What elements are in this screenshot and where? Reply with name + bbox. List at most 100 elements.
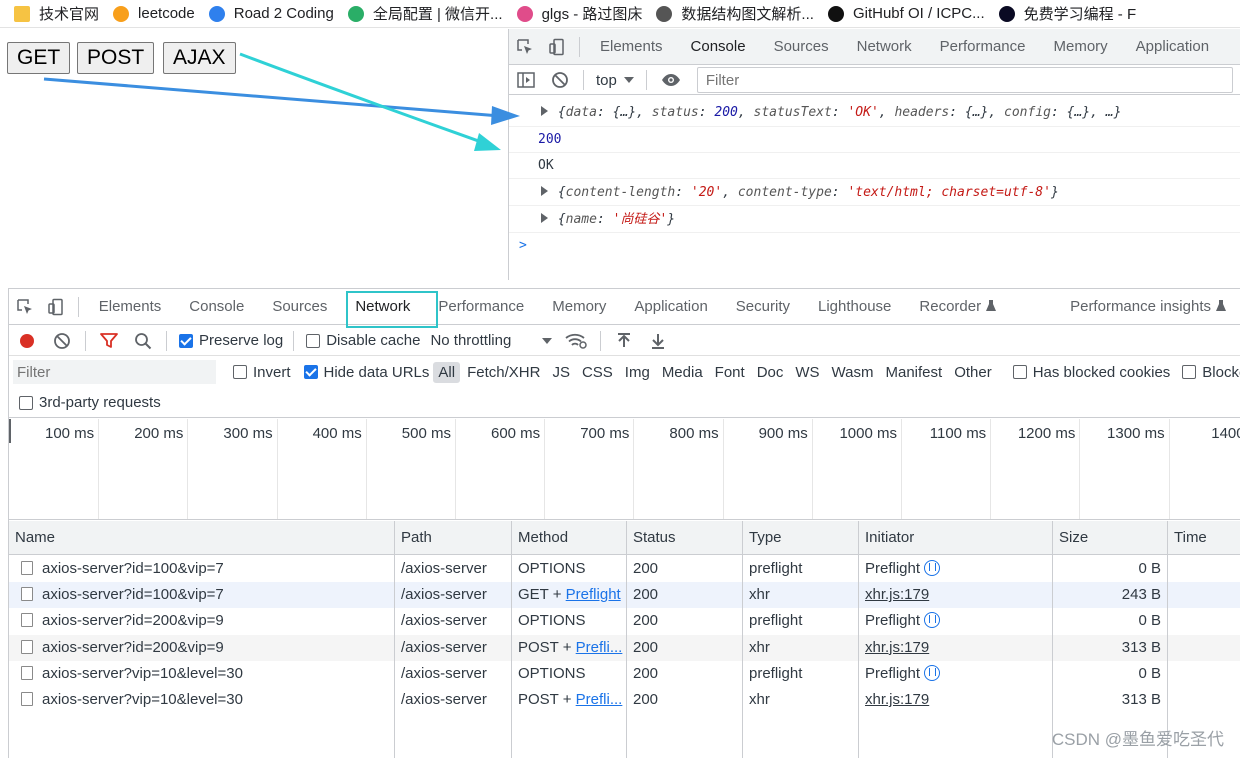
network-overview-timeline[interactable]: 100 ms 200 ms 300 ms 400 ms 500 ms 600 ms 700 … — [9, 419, 1240, 520]
column-divider[interactable] — [394, 521, 395, 758]
tab-elements[interactable]: Elements — [586, 29, 677, 64]
type-filter-manifest[interactable]: Manifest — [881, 362, 948, 383]
tab-sources[interactable]: Sources — [760, 29, 843, 64]
table-row[interactable]: axios-server?id=100&vip=7/axios-server OP… — [9, 556, 1240, 582]
preserve-log-check[interactable] — [179, 333, 193, 348]
type-filter-css[interactable]: CSS — [577, 362, 618, 383]
col-time-header[interactable]: Time — [1168, 521, 1207, 555]
hide-data-urls-check[interactable] — [303, 365, 318, 379]
preflight-link[interactable]: Prefli... — [576, 639, 623, 656]
bookmark-item[interactable]: GitHubf OI / ICPC... — [827, 5, 985, 22]
preflight-link[interactable]: Preflight — [566, 586, 621, 603]
table-row[interactable]: axios-server?vip=10&level=30/axios-serve… — [9, 661, 1240, 687]
type-filter-wasm[interactable]: Wasm — [827, 362, 879, 383]
inspect-element-icon[interactable] — [509, 29, 541, 64]
bookmark-item[interactable]: 技术官网 — [14, 3, 99, 24]
third-party-checkbox[interactable]: 3rd-party requests — [19, 394, 161, 411]
tab-application[interactable]: Application — [1122, 29, 1223, 64]
tab-network[interactable]: Network — [843, 29, 926, 64]
bookmark-item[interactable]: 数据结构图文解析... — [656, 3, 814, 24]
preflight-arrows-icon[interactable] — [924, 664, 941, 681]
type-filter-img[interactable]: Img — [620, 362, 655, 383]
type-filter-doc[interactable]: Doc — [752, 362, 789, 383]
tab-performance[interactable]: Performance — [424, 289, 538, 324]
preserve-log-checkbox[interactable]: Preserve log — [179, 332, 283, 349]
col-status-header[interactable]: Status — [627, 521, 676, 555]
search-icon[interactable] — [126, 326, 160, 356]
preflight-arrows-icon[interactable] — [924, 612, 941, 629]
type-filter-other[interactable]: Other — [949, 362, 997, 383]
table-row[interactable]: axios-server?vip=10&level=30/axios-serve… — [9, 687, 1240, 713]
request-name-cell[interactable]: axios-server?id=100&vip=7 — [9, 582, 394, 608]
request-name-cell[interactable]: axios-server?id=100&vip=7 — [9, 556, 394, 582]
column-divider[interactable] — [742, 521, 743, 758]
network-conditions-wifi-icon[interactable] — [558, 326, 594, 356]
request-name-cell[interactable]: axios-server?vip=10&level=30 — [9, 661, 394, 687]
throttling-select[interactable]: No throttling — [430, 332, 553, 349]
type-filter-js[interactable]: JS — [547, 362, 575, 383]
initiator-link[interactable]: xhr.js:179 — [865, 691, 929, 708]
sidebar-toggle-icon[interactable] — [509, 62, 543, 98]
request-name-cell[interactable]: axios-server?vip=10&level=30 — [9, 687, 394, 713]
bookmark-item[interactable]: 全局配置 | 微信开... — [347, 3, 503, 24]
tab-memory[interactable]: Memory — [1040, 29, 1122, 64]
invert-check[interactable] — [233, 365, 247, 379]
table-row[interactable]: axios-server?id=100&vip=7/axios-server GE… — [9, 582, 1240, 609]
disable-cache-check[interactable] — [306, 333, 321, 348]
console-prompt[interactable]: > — [509, 235, 1240, 257]
col-initiator-header[interactable]: Initiator — [859, 521, 914, 555]
type-filter-media[interactable]: Media — [657, 362, 708, 383]
column-divider[interactable] — [1052, 521, 1053, 758]
tab-console[interactable]: Console — [676, 29, 760, 64]
live-expression-eye-icon[interactable] — [653, 62, 689, 98]
tab-elements[interactable]: Elements — [85, 289, 176, 324]
table-row[interactable]: axios-server?id=200&vip=9/axios-server PO… — [9, 634, 1240, 661]
clear-console-icon[interactable] — [543, 62, 577, 98]
tab-memory[interactable]: Memory — [538, 289, 620, 324]
table-row[interactable]: axios-server?id=200&vip=9/axios-server OP… — [9, 608, 1240, 634]
filter-funnel-icon[interactable] — [92, 326, 126, 356]
type-filter-fetch-xhr[interactable]: Fetch/XHR — [462, 362, 545, 383]
tab-security[interactable]: Security — [722, 289, 804, 324]
column-divider[interactable] — [511, 521, 512, 758]
column-divider[interactable] — [626, 521, 627, 758]
type-filter-ws[interactable]: WS — [790, 362, 824, 383]
preflight-link[interactable]: Prefli... — [576, 691, 623, 708]
invert-checkbox[interactable]: Invert — [233, 364, 291, 381]
import-har-icon[interactable] — [607, 326, 641, 356]
bookmark-item[interactable]: glgs - 路过图床 — [516, 3, 642, 24]
preflight-arrows-icon[interactable] — [924, 560, 941, 576]
initiator-link[interactable]: xhr.js:179 — [865, 586, 929, 603]
col-size-header[interactable]: Size — [1053, 521, 1088, 555]
col-type-header[interactable]: Type — [743, 521, 782, 555]
console-log-data[interactable]: {name: '尚硅谷'} — [509, 206, 1240, 233]
expand-triangle-icon[interactable] — [541, 106, 548, 116]
expand-triangle-icon[interactable] — [541, 186, 548, 196]
third-party-check[interactable] — [19, 395, 33, 410]
get-button[interactable]: GET — [7, 42, 71, 74]
request-name-cell[interactable]: axios-server?id=200&vip=9 — [9, 635, 394, 661]
console-filter-input[interactable] — [696, 67, 1233, 93]
ajax-button[interactable]: AJAX — [163, 42, 236, 74]
initiator-link[interactable]: xhr.js:179 — [865, 639, 929, 656]
device-toolbar-icon[interactable] — [40, 289, 71, 324]
type-filter-all[interactable]: All — [433, 361, 461, 383]
record-icon[interactable] — [9, 326, 45, 356]
bookmark-item[interactable]: 免费学习编程 - F — [998, 3, 1136, 24]
console-log-response-object[interactable]: {data: {…}, status: 200, statusText: 'OK… — [509, 99, 1240, 127]
expand-triangle-icon[interactable] — [541, 213, 548, 223]
post-button[interactable]: POST — [77, 42, 155, 74]
has-blocked-cookies-check[interactable] — [1012, 365, 1027, 379]
col-name-header[interactable]: Name — [9, 521, 55, 555]
bookmark-item[interactable]: leetcode — [113, 5, 195, 22]
context-selector[interactable]: top — [590, 72, 640, 89]
col-path-header[interactable]: Path — [395, 521, 432, 555]
clear-icon[interactable] — [45, 326, 79, 356]
request-name-cell[interactable]: axios-server?id=200&vip=9 — [9, 608, 394, 634]
blocked-requests-checkbox[interactable]: Blocke — [1182, 364, 1240, 381]
tab-sources[interactable]: Sources — [258, 289, 341, 324]
col-method-header[interactable]: Method — [512, 521, 568, 555]
export-har-icon[interactable] — [641, 326, 675, 356]
blocked-requests-check[interactable] — [1182, 365, 1197, 379]
column-divider[interactable] — [1167, 521, 1168, 758]
